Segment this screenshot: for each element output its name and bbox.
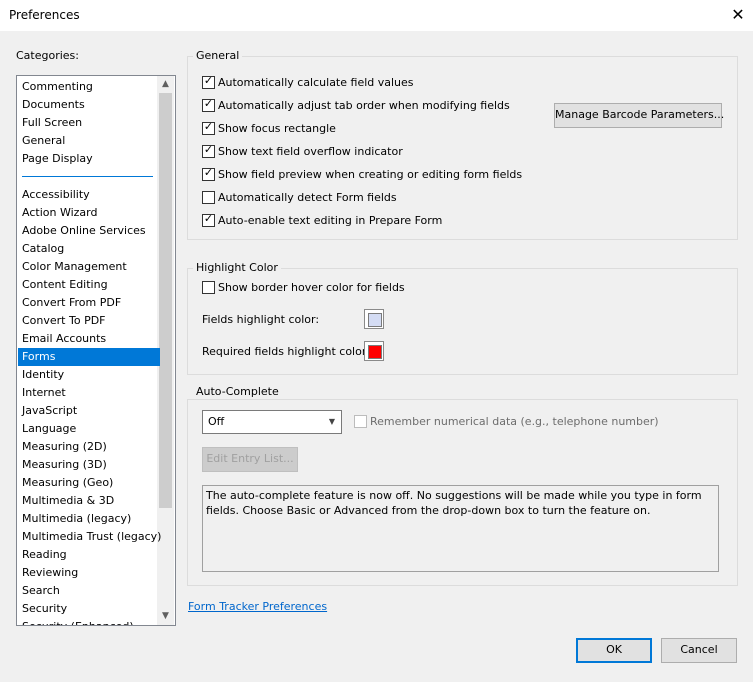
category-item[interactable]: Measuring (2D) <box>18 438 160 456</box>
category-separator <box>22 176 153 177</box>
general-option-label: Show text field overflow indicator <box>218 145 403 158</box>
general-option-checkbox[interactable] <box>202 143 215 158</box>
general-option-label: Auto-enable text editing in Prepare Form <box>218 214 443 227</box>
form-tracker-link[interactable]: Form Tracker Preferences <box>188 600 327 613</box>
general-title: General <box>193 49 243 62</box>
category-item[interactable]: Content Editing <box>18 276 160 294</box>
general-option-checkbox[interactable] <box>202 120 215 135</box>
category-item[interactable]: Security (Enhanced) <box>18 618 160 625</box>
category-item[interactable]: Measuring (3D) <box>18 456 160 474</box>
autocomplete-description: The auto-complete feature is now off. No… <box>202 485 719 572</box>
general-option-checkbox[interactable] <box>202 166 215 181</box>
category-item[interactable]: Color Management <box>18 258 160 276</box>
category-item[interactable]: Accessibility <box>18 186 160 204</box>
category-item[interactable]: Full Screen <box>18 114 160 132</box>
autocomplete-mode-select[interactable]: Off ▼ <box>202 410 342 434</box>
general-option-label: Show focus rectangle <box>218 122 336 135</box>
category-item[interactable]: Catalog <box>18 240 160 258</box>
category-item[interactable]: Multimedia (legacy) <box>18 510 160 528</box>
highlight-title: Highlight Color <box>193 261 281 274</box>
general-option-label: Show field preview when creating or edit… <box>218 168 523 181</box>
general-option-checkbox[interactable] <box>202 212 215 227</box>
required-color-picker[interactable] <box>364 341 384 361</box>
category-item[interactable]: Reading <box>18 546 160 564</box>
edit-entry-list-button[interactable]: Edit Entry List... <box>202 447 298 472</box>
category-item[interactable]: Language <box>18 420 160 438</box>
category-item[interactable]: Convert From PDF <box>18 294 160 312</box>
scroll-thumb[interactable] <box>159 93 172 508</box>
category-item[interactable]: Convert To PDF <box>18 312 160 330</box>
category-item[interactable]: Identity <box>18 366 160 384</box>
general-option-label: Automatically detect Form fields <box>218 191 397 204</box>
category-item[interactable]: Action Wizard <box>18 204 160 222</box>
title-bar <box>0 0 753 31</box>
autocomplete-title: Auto-Complete <box>193 385 282 398</box>
general-option-checkbox[interactable] <box>202 97 215 112</box>
window-title: Preferences <box>9 8 80 22</box>
remember-numerical-checkbox[interactable] <box>354 415 367 428</box>
fields-color-swatch <box>368 313 382 327</box>
general-option-checkbox[interactable] <box>202 191 215 204</box>
category-item[interactable]: Adobe Online Services <box>18 222 160 240</box>
remember-numerical-label: Remember numerical data (e.g., telephone… <box>370 415 659 428</box>
cancel-button[interactable]: Cancel <box>661 638 737 663</box>
categories-list[interactable]: ▲ ▼ Commenting Documents Full Screen Genera… <box>16 75 176 626</box>
autocomplete-mode-value: Off <box>208 415 225 428</box>
manage-barcode-button[interactable]: Manage Barcode Parameters... <box>554 103 724 128</box>
required-highlight-label: Required fields highlight color: <box>202 345 370 358</box>
category-item[interactable]: Reviewing <box>18 564 160 582</box>
general-option-label: Automatically adjust tab order when modi… <box>218 99 510 112</box>
category-item[interactable]: Measuring (Geo) <box>18 474 160 492</box>
category-item[interactable]: General <box>18 132 160 150</box>
category-item[interactable]: Email Accounts <box>18 330 160 348</box>
close-icon[interactable]: ✕ <box>727 3 749 27</box>
general-option-label: Automatically calculate field values <box>218 76 414 89</box>
fields-color-picker[interactable] <box>364 309 384 329</box>
category-item[interactable]: Search <box>18 582 160 600</box>
required-color-swatch <box>368 345 382 359</box>
category-item[interactable]: Documents <box>18 96 160 114</box>
ok-button[interactable]: OK <box>576 638 652 663</box>
general-option-checkbox[interactable] <box>202 74 215 89</box>
category-item[interactable]: JavaScript <box>18 402 160 420</box>
hover-color-checkbox[interactable] <box>202 281 215 294</box>
category-item[interactable]: Page Display <box>18 150 160 168</box>
category-item[interactable]: Internet <box>18 384 160 402</box>
categories-label: Categories: <box>16 49 79 62</box>
category-item[interactable]: Security <box>18 600 160 618</box>
fields-highlight-label: Fields highlight color: <box>202 313 320 326</box>
category-item[interactable]: Commenting <box>18 78 160 96</box>
category-item[interactable]: Multimedia Trust (legacy) <box>18 528 161 546</box>
category-item[interactable]: Forms <box>18 348 160 366</box>
category-item[interactable]: Multimedia & 3D <box>18 492 160 510</box>
chevron-down-icon: ▼ <box>328 417 336 426</box>
hover-color-label: Show border hover color for fields <box>218 281 405 294</box>
